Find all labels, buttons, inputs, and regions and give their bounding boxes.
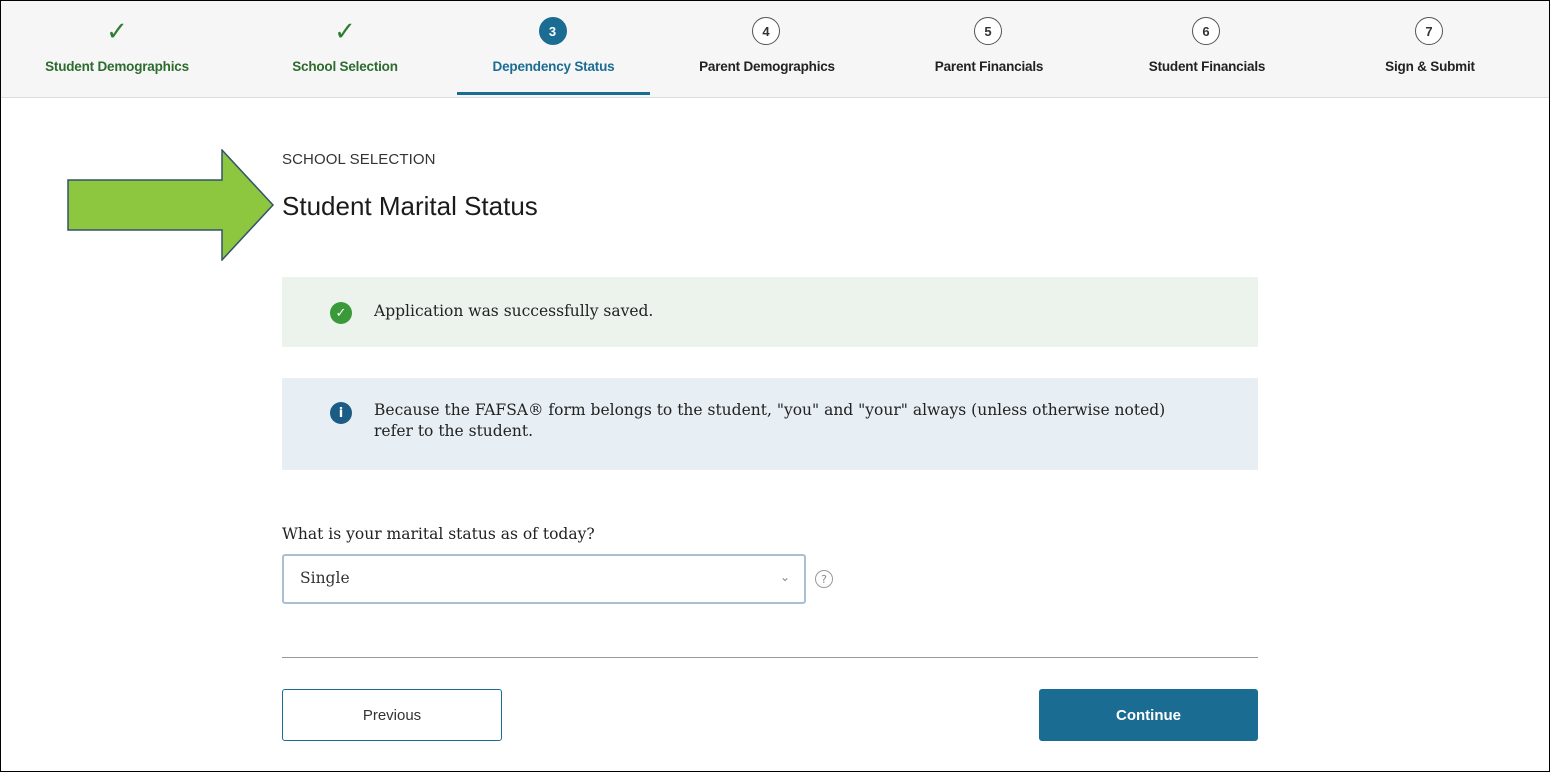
chevron-down-icon: ⌄ — [779, 570, 790, 584]
page-title: Student Marital Status — [282, 191, 538, 221]
step-label: School Selection — [292, 59, 398, 74]
step-number-badge: 4 — [752, 17, 780, 45]
step-label: Parent Demographics — [699, 59, 835, 74]
step-parent-financials[interactable]: 5 Parent Financials — [891, 1, 1087, 97]
divider — [282, 657, 1258, 658]
step-number-badge: 6 — [1192, 17, 1220, 45]
step-parent-demographics[interactable]: 4 Parent Demographics — [669, 1, 865, 97]
marital-status-label: What is your marital status as of today? — [282, 525, 595, 543]
progress-stepper: ✓ Student Demographics ✓ School Selectio… — [1, 1, 1549, 98]
step-student-financials[interactable]: 6 Student Financials — [1109, 1, 1305, 97]
step-number-badge: 5 — [974, 17, 1002, 45]
success-alert-text: Application was successfully saved. — [374, 302, 654, 320]
previous-button[interactable]: Previous — [282, 689, 502, 741]
step-label: Student Financials — [1148, 59, 1266, 74]
step-sign-submit[interactable]: 7 Sign & Submit — [1332, 1, 1528, 97]
arrow-right-icon — [67, 149, 275, 261]
marital-status-select[interactable]: Single ⌄ — [282, 554, 806, 604]
step-dependency-status[interactable]: 3 Dependency Status — [457, 1, 650, 97]
application-frame: ✓ Student Demographics ✓ School Selectio… — [0, 0, 1550, 772]
step-label: Student Demographics — [45, 59, 189, 74]
current-step-indicator — [457, 92, 650, 95]
step-school-selection[interactable]: ✓ School Selection — [247, 1, 443, 97]
select-value: Single — [300, 569, 350, 587]
step-label: Parent Financials — [934, 59, 1044, 74]
step-number-badge: 7 — [1415, 17, 1443, 45]
success-alert: ✓ Application was successfully saved. — [282, 277, 1258, 347]
check-circle-icon: ✓ — [330, 302, 352, 324]
step-number-badge: 3 — [538, 17, 567, 45]
checkmark-icon: ✓ — [106, 16, 128, 46]
info-alert-text: Because the FAFSA® form belongs to the s… — [374, 401, 1166, 440]
continue-button[interactable]: Continue — [1039, 689, 1258, 741]
checkmark-icon: ✓ — [334, 16, 356, 46]
step-label: Dependency Status — [492, 59, 615, 74]
step-label: Sign & Submit — [1385, 59, 1475, 74]
question-circle-icon[interactable]: ? — [815, 570, 833, 588]
step-student-demographics[interactable]: ✓ Student Demographics — [19, 1, 215, 97]
info-circle-icon: i — [330, 402, 352, 424]
info-alert: i Because the FAFSA® form belongs to the… — [282, 378, 1258, 470]
section-label: SCHOOL SELECTION — [282, 151, 436, 168]
